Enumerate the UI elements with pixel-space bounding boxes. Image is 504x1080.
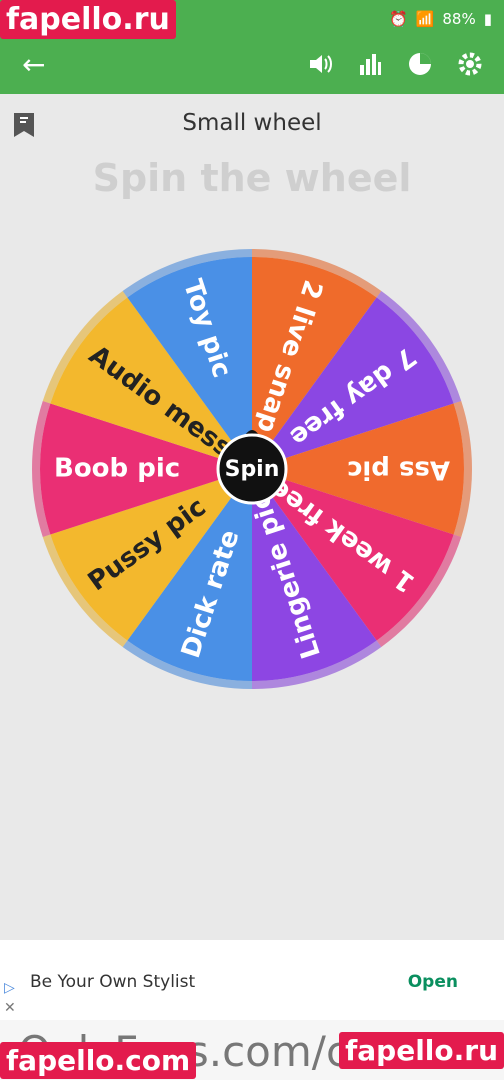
watermark-bottom-right: fapello.ru bbox=[339, 1032, 504, 1069]
wheel-name: Small wheel bbox=[182, 110, 322, 136]
battery-icon: ▮ bbox=[483, 10, 492, 28]
status-icons: ⏰ 📶 88% ▮ bbox=[389, 10, 492, 28]
spin-label[interactable]: Spin bbox=[225, 457, 280, 482]
ad-open-button[interactable]: Open bbox=[408, 972, 458, 992]
wifi-icon: 📶 bbox=[415, 10, 435, 28]
arrow-left-icon[interactable]: ← bbox=[22, 48, 45, 81]
wheel-segment-label: Ass pic bbox=[347, 455, 450, 485]
page-heading: Spin the wheel bbox=[92, 156, 412, 200]
wheel-screen: Small wheel Spin the wheel 2 live snap 7 … bbox=[0, 94, 504, 940]
battery-text: 88% bbox=[442, 10, 476, 28]
ad-close-icon[interactable]: ✕ bbox=[4, 1000, 16, 1016]
app-bar: ← bbox=[0, 38, 504, 94]
gear-icon[interactable] bbox=[456, 50, 484, 78]
ad-text: Be Your Own Stylist bbox=[30, 972, 196, 992]
volume-icon[interactable] bbox=[306, 50, 334, 78]
wheel-segment-label: Boob pic bbox=[54, 454, 180, 484]
appbar-actions bbox=[306, 50, 484, 78]
ad-choice-icon[interactable]: ▷ bbox=[4, 980, 15, 996]
wheel-svg: 2 live snap7 day freeAss pic1 week freeL… bbox=[31, 249, 472, 689]
alarm-icon: ⏰ bbox=[389, 10, 408, 28]
spin-wheel[interactable]: 2 live snap 7 day free Ass pic 1 week free L… bbox=[26, 249, 478, 689]
watermark-bottom-left: fapello.com bbox=[0, 1042, 197, 1079]
stats-bars-icon[interactable] bbox=[356, 50, 384, 78]
ad-banner[interactable]: ▷ ✕ Be Your Own Stylist Open bbox=[0, 940, 504, 1020]
watermark-top: fapello.ru bbox=[0, 0, 176, 39]
pie-chart-icon[interactable] bbox=[406, 50, 434, 78]
